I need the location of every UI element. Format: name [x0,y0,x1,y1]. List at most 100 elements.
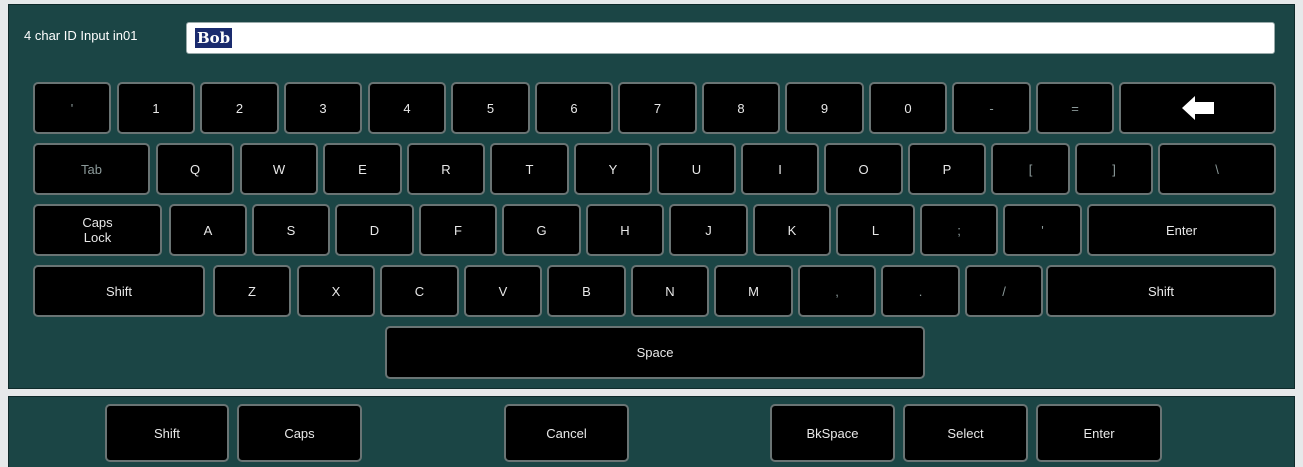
key-label: B [582,283,591,299]
key-backspace[interactable] [1119,82,1276,134]
key-f[interactable]: F [419,204,497,256]
select-button[interactable]: Select [903,404,1028,462]
key-label: I [778,161,782,177]
id-input-field[interactable]: Bob [186,22,1275,54]
key-p[interactable]: P [908,143,986,195]
caps-button[interactable]: Caps [237,404,362,462]
key-2[interactable]: 2 [200,82,279,134]
shift-button[interactable]: Shift [105,404,229,462]
key-label: Space [636,345,674,360]
backspace-arrow-icon [1181,96,1214,120]
key-o[interactable]: O [824,143,903,195]
key-label: . [918,283,923,299]
key-l[interactable]: L [836,204,915,256]
key-4[interactable]: 4 [368,82,446,134]
key-7[interactable]: 7 [618,82,697,134]
key-symbol-3-10[interactable]: / [965,265,1043,317]
key-symbol-3-9[interactable]: . [881,265,960,317]
key-label: 5 [486,100,495,116]
key-x[interactable]: X [297,265,375,317]
key-label: N [665,283,675,299]
key-i[interactable]: I [741,143,819,195]
key-1[interactable]: 1 [117,82,195,134]
key-label: C [414,283,425,299]
key-label: X [331,283,341,299]
key-label: Caps Lock [82,215,113,245]
key-t[interactable]: T [490,143,569,195]
key-n[interactable]: N [631,265,709,317]
key-label: L [871,222,880,238]
key--[interactable]: - [952,82,1031,134]
key-m[interactable]: M [714,265,793,317]
key-label: ] [1112,161,1116,177]
key-k[interactable]: K [753,204,831,256]
key-c[interactable]: C [380,265,459,317]
key-label: P [942,161,952,177]
key-h[interactable]: H [586,204,664,256]
key-3[interactable]: 3 [284,82,362,134]
key-label: D [369,222,380,238]
key-d[interactable]: D [335,204,414,256]
key-8[interactable]: 8 [702,82,780,134]
key-label: R [441,161,451,177]
key-label: 4 [403,100,411,116]
key-label: Tab [81,161,102,177]
key-label: 1 [152,100,160,116]
key-v[interactable]: V [464,265,542,317]
key-label: , [835,283,839,299]
key-b[interactable]: B [547,265,626,317]
key-label: Q [189,161,201,177]
key-caps-lock[interactable]: Caps Lock [33,204,162,256]
key-z[interactable]: Z [213,265,291,317]
key-shift[interactable]: Shift [1046,265,1276,317]
key-symbol-1-11[interactable]: [ [991,143,1070,195]
key-y[interactable]: Y [574,143,652,195]
key-label: 3 [319,100,327,116]
key-enter[interactable]: Enter [1087,204,1276,256]
key-w[interactable]: W [240,143,318,195]
key-symbol-2-11[interactable]: ' [1003,204,1082,256]
key-tab[interactable]: Tab [33,143,150,195]
key-symbol-3-8[interactable]: , [798,265,876,317]
key-label: ' [70,100,74,116]
bkspace-button[interactable]: BkSpace [770,404,895,462]
key-q[interactable]: Q [156,143,234,195]
key-label: 7 [653,100,662,116]
key-symbol-1-13[interactable]: \ [1158,143,1276,195]
key-space[interactable]: Space [385,326,925,379]
key-6[interactable]: 6 [535,82,613,134]
key-symbol-2-10[interactable]: ; [920,204,998,256]
key-u[interactable]: U [657,143,736,195]
key-label: T [525,161,534,177]
button-label: BkSpace [806,425,859,441]
key-label: 9 [820,100,829,116]
key-9[interactable]: 9 [785,82,864,134]
key-shift[interactable]: Shift [33,265,205,317]
key-label: J [705,222,712,238]
key-label: - [989,100,994,116]
key-a[interactable]: A [169,204,247,256]
key-s[interactable]: S [252,204,330,256]
button-label: Enter [1083,425,1115,441]
key-label: W [272,161,286,177]
key-label: E [358,161,367,177]
key-0[interactable]: 0 [869,82,947,134]
key-label: O [858,161,869,177]
button-label: Cancel [546,425,587,441]
key-symbol-1-12[interactable]: ] [1075,143,1153,195]
key-label: \ [1215,161,1219,177]
key-label: = [1071,100,1079,116]
key-symbol-0-12[interactable]: = [1036,82,1114,134]
cancel-button[interactable]: Cancel [504,404,629,462]
key-5[interactable]: 5 [451,82,530,134]
key-j[interactable]: J [669,204,748,256]
key-label: 8 [737,100,745,116]
key-symbol-0-0[interactable]: ' [33,82,111,134]
key-r[interactable]: R [407,143,485,195]
key-e[interactable]: E [323,143,402,195]
enter-button[interactable]: Enter [1036,404,1162,462]
key-label: K [787,222,797,238]
key-label: G [536,222,547,238]
input-value: Bob [195,28,233,48]
key-g[interactable]: G [502,204,581,256]
